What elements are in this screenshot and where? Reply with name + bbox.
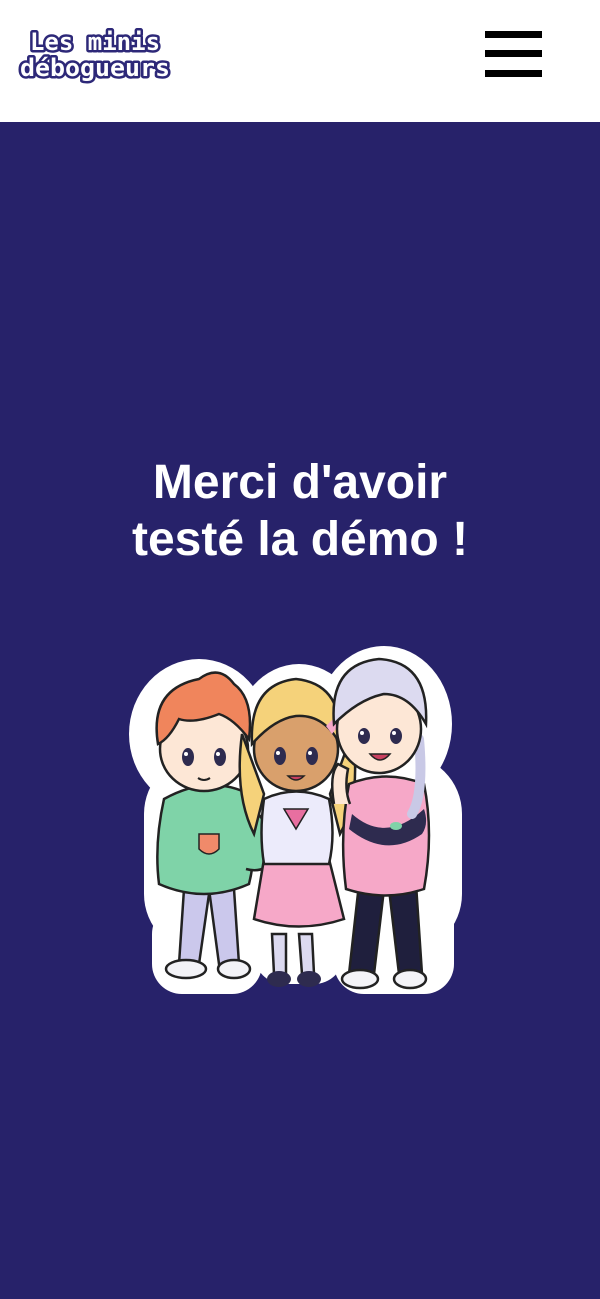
logo-line-2: débogueurs [20,54,170,82]
menu-bar-icon [485,31,542,38]
menu-bar-icon [485,70,542,77]
page-title: Merci d'avoir testé la démo ! [50,454,550,568]
title-line-1: Merci d'avoir [152,456,448,509]
logo-wordmark: Les minis débogueurs [18,27,173,85]
title-line-2: testé la démo ! [131,513,469,566]
page: Les minis débogueurs Merci d'avoir testé… [0,0,600,1299]
chibi-kids-icon [129,646,462,994]
logo-line-1: Les minis [30,28,160,56]
menu-bar-icon [485,50,542,57]
site-logo[interactable]: Les minis débogueurs [18,27,174,85]
site-header: Les minis débogueurs [0,0,600,122]
main-content: Merci d'avoir testé la démo ! [0,122,600,1299]
hamburger-menu-button[interactable] [484,30,544,80]
kids-illustration [124,644,474,999]
